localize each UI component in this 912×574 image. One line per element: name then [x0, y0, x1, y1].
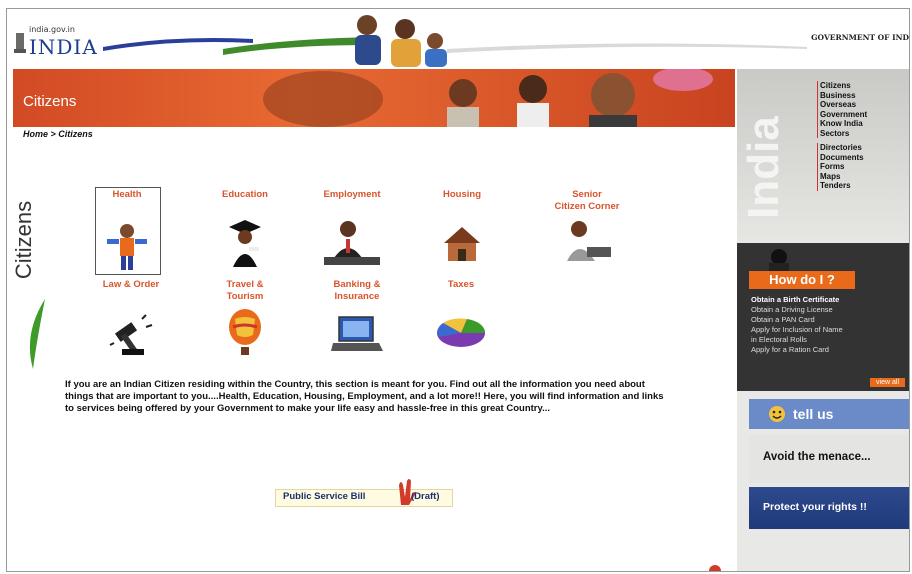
howdo-item[interactable]: Apply for a Ration Card	[751, 345, 843, 355]
category-housing-label: Housing	[443, 189, 481, 200]
howdo-item[interactable]: in Electoral Rolls	[751, 335, 843, 345]
site-domain[interactable]: india.gov.in	[29, 25, 75, 34]
public-service-bill-link[interactable]: Public Service Bill (Draft)	[275, 479, 453, 507]
pie-icon	[437, 318, 486, 347]
category-travel-label: Travel & Tourism	[226, 279, 264, 302]
page-frame: india.gov.in INDIA GOVERNMENT OF IND Cit…	[6, 8, 910, 572]
public-service-bill-draft: (Draft)	[411, 491, 440, 502]
laptop-icon	[331, 316, 383, 351]
category-health[interactable]: Health	[95, 189, 159, 271]
tell-us-label: tell us	[793, 406, 834, 422]
graduate-icon	[229, 220, 261, 267]
nav-maps[interactable]: Maps	[817, 171, 867, 181]
site-header: india.gov.in INDIA GOVERNMENT OF IND	[7, 9, 909, 67]
green-leaf-icon	[29, 299, 45, 369]
breadcrumb[interactable]: Home > Citizens	[23, 129, 93, 139]
nav-overseas[interactable]: Overseas	[817, 100, 867, 110]
category-education-label: Education	[222, 189, 268, 200]
avoid-menace-label: Avoid the menace...	[763, 451, 871, 463]
india-watermark: India	[739, 116, 788, 219]
view-all-link[interactable]: view all	[870, 378, 905, 387]
right-panel: India Citizens Business Overseas Governm…	[737, 69, 909, 571]
category-taxes-label: Taxes	[447, 279, 475, 290]
category-health-label: Health	[112, 189, 142, 200]
category-employment[interactable]: Employment	[307, 189, 397, 267]
nav-government[interactable]: Government	[817, 109, 867, 119]
india-nav-block: India Citizens Business Overseas Governm…	[737, 69, 909, 241]
nav-citizens[interactable]: Citizens	[817, 81, 867, 91]
nav-know-india[interactable]: Know India	[817, 119, 867, 129]
category-law-label: Law & Order	[102, 279, 160, 290]
category-education[interactable]: Education	[207, 189, 283, 267]
category-law-order[interactable]: Law & Order	[91, 279, 171, 357]
how-do-i-list: Obtain a Birth Certificate Obtain a Driv…	[751, 295, 843, 355]
category-banking-label: Banking & Insurance	[333, 279, 381, 302]
thinking-person-icon	[769, 249, 789, 271]
nav-sectors[interactable]: Sectors	[817, 128, 867, 138]
breadcrumb-bar	[13, 127, 735, 141]
tricolor-swoosh-orange	[447, 43, 807, 53]
intro-paragraph: If you are an Indian Citizen residing wi…	[65, 379, 664, 414]
businessman-icon	[324, 221, 380, 265]
section-banner: Citizens	[13, 69, 735, 127]
health-icon	[107, 224, 147, 270]
smiley-icon	[769, 406, 785, 422]
balloon-icon	[229, 309, 261, 355]
side-label-text: Citizens	[11, 200, 36, 280]
nav-tenders[interactable]: Tenders	[817, 181, 867, 191]
banner-people-image	[263, 69, 713, 127]
gavel-icon	[109, 314, 153, 355]
house-icon	[444, 227, 480, 261]
nav-business[interactable]: Business	[817, 90, 867, 100]
avoid-menace-banner[interactable]: Avoid the menace...	[749, 435, 909, 483]
howdo-item[interactable]: Obtain a Birth Certificate	[751, 295, 843, 305]
public-service-bill-label: Public Service Bill	[283, 491, 366, 502]
howdo-item[interactable]: Obtain a Driving License	[751, 305, 843, 315]
site-logo-text[interactable]: INDIA	[29, 35, 98, 59]
nav-documents[interactable]: Documents	[817, 152, 867, 162]
senior-icon	[567, 221, 611, 261]
nav-forms[interactable]: Forms	[817, 162, 867, 172]
category-taxes[interactable]: Taxes	[431, 279, 491, 351]
howdo-item[interactable]: Obtain a PAN Card	[751, 315, 843, 325]
banner-title: Citizens	[23, 93, 77, 110]
main-nav: Citizens Business Overseas Government Kn…	[817, 81, 867, 191]
category-housing[interactable]: Housing	[427, 189, 497, 265]
category-banking-insurance[interactable]: Banking & Insurance	[317, 279, 397, 355]
header-people-image	[355, 15, 447, 67]
how-do-i-title: How do I ?	[749, 271, 855, 289]
bottom-badge-icon	[709, 565, 721, 571]
side-vertical-label: Citizens	[9, 181, 39, 301]
category-employment-label: Employment	[323, 189, 381, 200]
category-travel-tourism[interactable]: Travel & Tourism	[207, 279, 283, 357]
nav-directories[interactable]: Directories	[817, 143, 867, 153]
government-of-india-link[interactable]: GOVERNMENT OF IND	[811, 33, 909, 42]
category-senior-label: Senior Citizen Corner	[554, 189, 620, 212]
howdo-item[interactable]: Apply for Inclusion of Name	[751, 325, 843, 335]
tell-us-button[interactable]: tell us	[749, 399, 909, 429]
category-senior-citizen[interactable]: Senior Citizen Corner	[539, 189, 635, 263]
protect-rights-banner[interactable]: Protect your rights !!	[749, 487, 909, 529]
national-emblem-icon	[14, 33, 26, 53]
how-do-i-box: How do I ? Obtain a Birth Certificate Ob…	[737, 243, 909, 391]
protect-rights-label: Protect your rights !!	[763, 501, 867, 513]
